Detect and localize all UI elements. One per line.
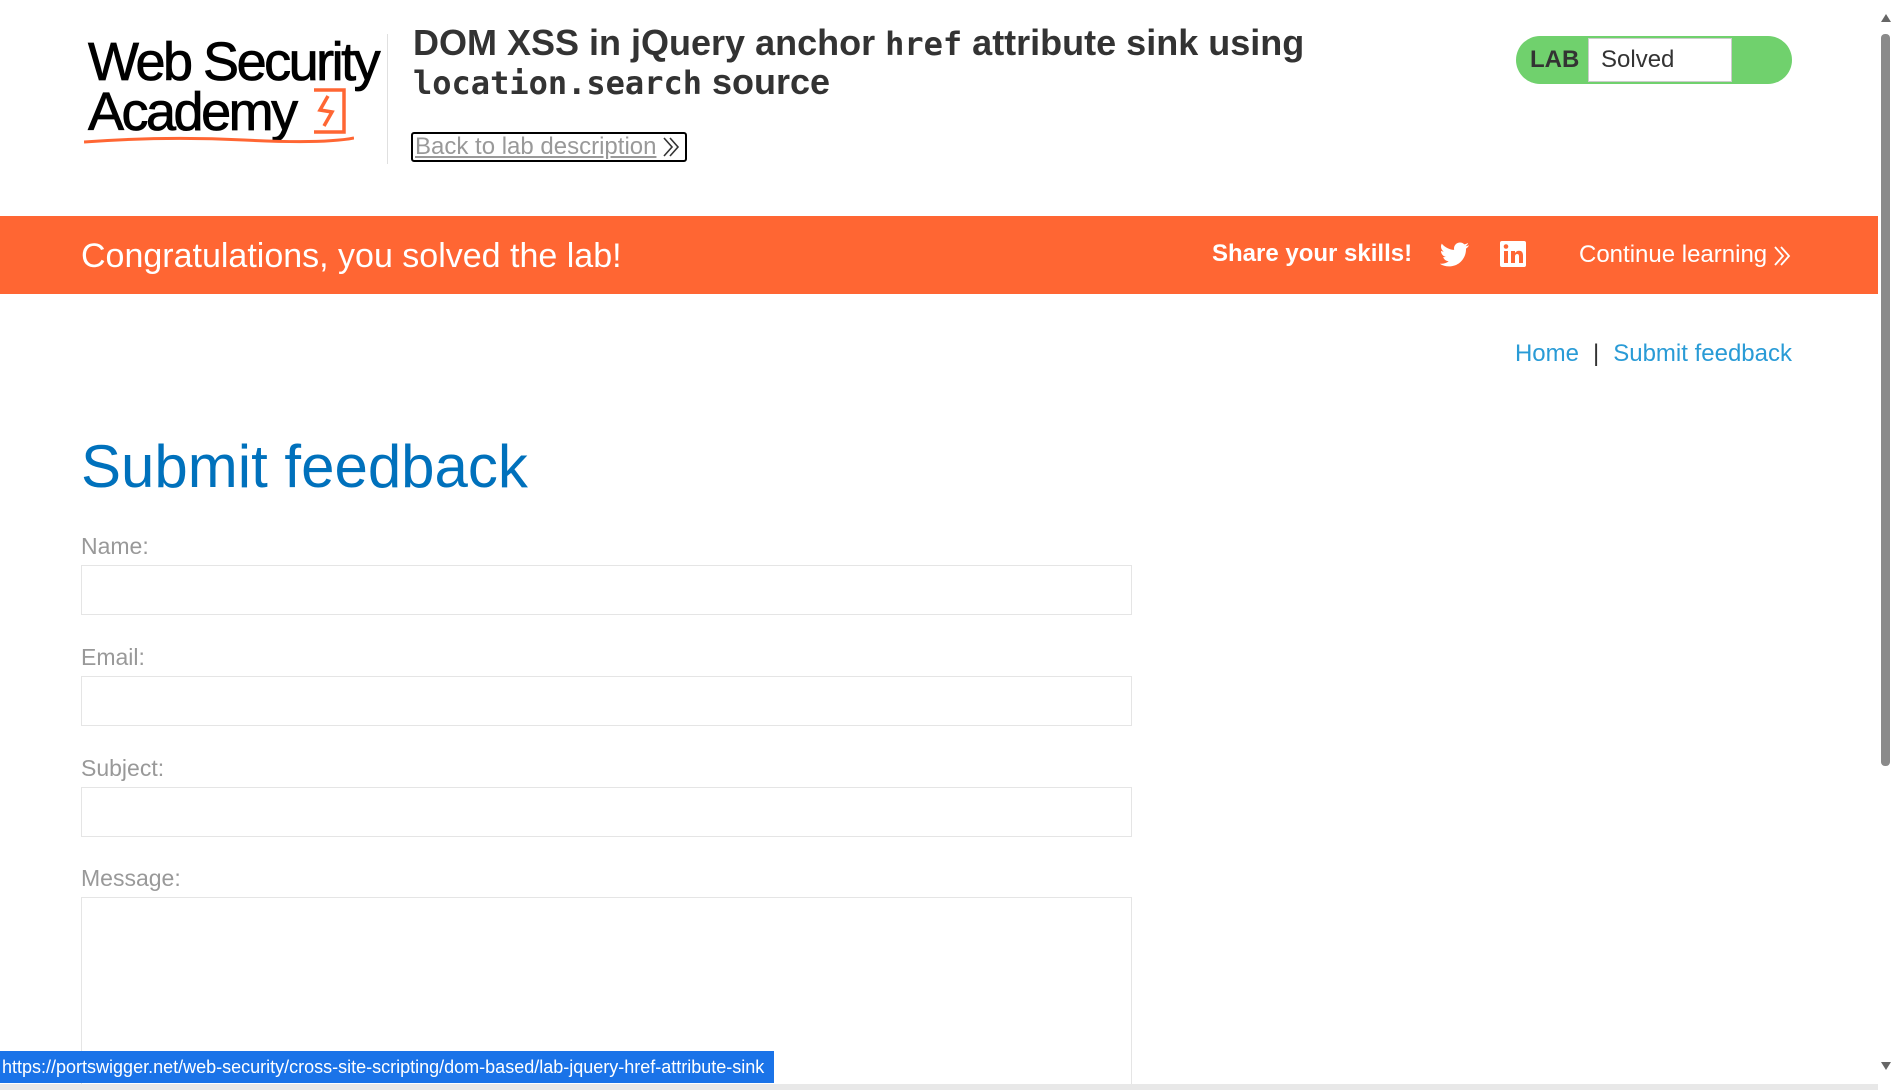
lab-page: Web Security Academy DOM XSS in jQuery a… — [0, 0, 1878, 1086]
header-divider — [387, 34, 388, 164]
lab-status-value: Solved — [1588, 38, 1732, 82]
logo-line2: Academy — [88, 82, 299, 142]
twitter-icon[interactable] — [1440, 242, 1470, 268]
lab-title-text-1: DOM XSS in jQuery anchor — [413, 22, 886, 63]
web-security-academy-logo[interactable]: Web Security Academy — [84, 30, 384, 145]
subject-label: Subject: — [81, 755, 165, 781]
lab-title-code-href: href — [885, 25, 963, 63]
share-skills-label: Share your skills! — [1212, 240, 1413, 267]
nav-home-link[interactable]: Home — [1515, 340, 1579, 367]
scroll-up-arrow-icon[interactable] — [1881, 14, 1891, 22]
lab-title-code-location: location.search — [413, 64, 702, 102]
link-preview-url: https://portswigger.net/web-security/cro… — [0, 1051, 775, 1083]
lab-title: DOM XSS in jQuery anchor href attribute … — [413, 24, 1413, 102]
logo-line1: Web Security — [88, 32, 381, 92]
name-label: Name: — [81, 533, 149, 559]
solved-banner: Congratulations, you solved the lab! Sha… — [0, 216, 1878, 294]
message-label: Message: — [81, 865, 181, 891]
congratulations-message: Congratulations, you solved the lab! — [81, 237, 622, 275]
logo-underline-icon — [84, 136, 354, 144]
subject-field[interactable] — [81, 787, 1132, 837]
top-nav: Home | Submit feedback — [1515, 340, 1792, 368]
lab-status-widget: LAB Solved — [1516, 36, 1792, 84]
linkedin-icon[interactable] — [1499, 240, 1527, 268]
back-link-label: Back to lab description — [415, 133, 657, 160]
page-title: Submit feedback — [81, 433, 528, 500]
scroll-down-arrow-icon[interactable] — [1881, 1062, 1891, 1070]
lab-status-label: LAB — [1530, 46, 1580, 73]
email-field[interactable] — [81, 676, 1132, 726]
vertical-scrollbar[interactable] — [1878, 0, 1893, 1090]
name-field[interactable] — [81, 565, 1132, 615]
scrollbar-thumb[interactable] — [1881, 34, 1890, 766]
academy-logo-mark-icon — [314, 88, 346, 134]
nav-submit-feedback-link[interactable]: Submit feedback — [1613, 340, 1792, 367]
lab-title-text-2: attribute sink using — [962, 22, 1305, 63]
continue-learning-link[interactable]: Continue learning — [1579, 241, 1767, 269]
window-bottom-edge — [0, 1084, 1878, 1090]
double-chevron-right-icon — [1774, 246, 1791, 266]
back-to-lab-description-link[interactable]: Back to lab description — [411, 132, 687, 162]
lab-header: Web Security Academy DOM XSS in jQuery a… — [0, 0, 1878, 216]
lab-title-text-3: source — [701, 61, 831, 102]
email-label: Email: — [81, 644, 145, 670]
double-chevron-right-icon — [663, 137, 680, 157]
nav-separator: | — [1592, 340, 1600, 367]
